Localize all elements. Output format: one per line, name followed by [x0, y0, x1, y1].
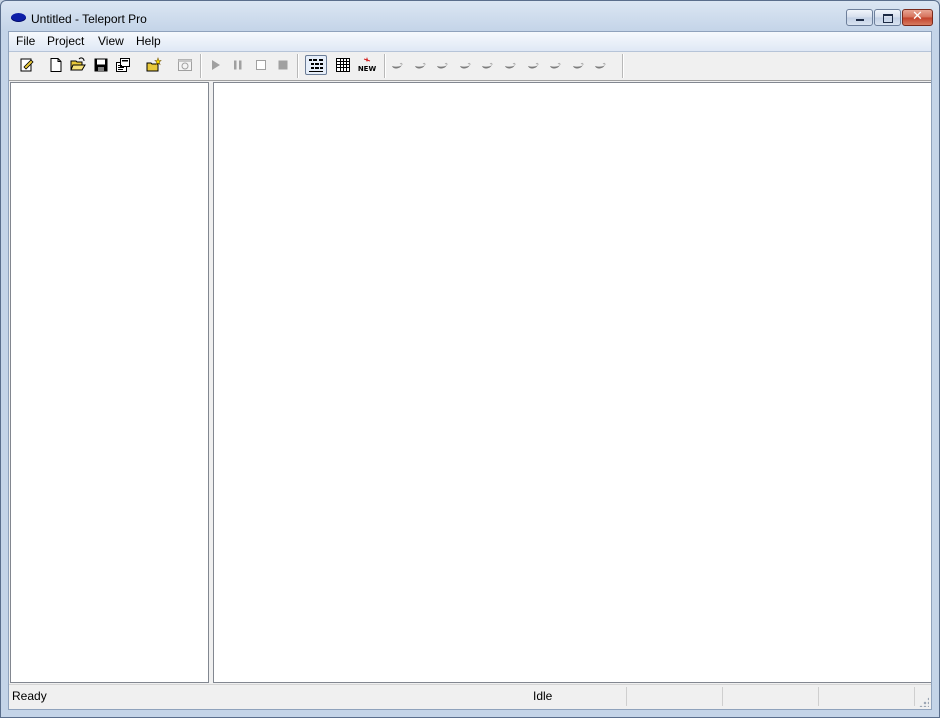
browse-button[interactable] — [177, 57, 193, 73]
status-pane-4 — [723, 687, 819, 706]
thread-idle-icon — [527, 62, 539, 69]
minimize-button[interactable] — [846, 9, 873, 26]
menu-file[interactable]: File — [16, 34, 35, 48]
project-settings-button[interactable] — [115, 57, 131, 73]
new-files-label: NEW — [358, 65, 376, 73]
menu-help[interactable]: Help — [136, 34, 161, 48]
stop-button[interactable] — [253, 57, 269, 73]
new-files-button[interactable]: NEW — [358, 57, 376, 73]
open-project-button[interactable] — [70, 57, 86, 73]
file-list-pane[interactable] — [213, 82, 931, 683]
project-properties-button[interactable] — [19, 57, 35, 73]
thread-indicator — [502, 57, 518, 73]
thread-idle-icon — [572, 62, 584, 69]
status-pane-5 — [819, 687, 915, 706]
thread-idle-icon — [437, 62, 448, 69]
new-project-icon — [50, 58, 62, 72]
menu-project[interactable]: Project — [47, 34, 84, 48]
caption-buttons: ✕ — [845, 9, 933, 26]
title-bar[interactable]: Untitled - Teleport Pro ✕ — [1, 1, 939, 31]
thread-indicator — [434, 57, 450, 73]
menu-view[interactable]: View — [98, 34, 124, 48]
detail-view-button[interactable] — [335, 57, 351, 73]
thread-indicator — [389, 57, 405, 73]
detail-view-icon — [336, 58, 350, 72]
application-window: Untitled - Teleport Pro ✕ File Project V… — [0, 0, 940, 718]
resize-grip-icon[interactable] — [919, 697, 929, 707]
toolbar-separator — [200, 54, 202, 78]
window-title: Untitled - Teleport Pro — [31, 12, 147, 26]
client-area: File Project View Help NEW Ready Idle — [8, 31, 932, 710]
status-pane-3 — [627, 687, 723, 706]
project-tree-pane[interactable] — [10, 82, 209, 683]
open-project-icon — [70, 57, 86, 71]
teleport-app-icon[interactable] — [11, 13, 26, 22]
toolbar-separator — [384, 54, 386, 78]
thread-idle-icon — [482, 62, 493, 69]
new-address-button[interactable] — [146, 57, 162, 73]
thread-indicator — [592, 57, 608, 73]
thread-idle-icon — [550, 62, 561, 69]
toolbar-separator — [622, 54, 624, 78]
toolbar-separator — [297, 54, 299, 78]
pause-icon — [234, 60, 242, 70]
status-bar: Ready Idle — [9, 684, 931, 709]
thread-idle-icon — [414, 62, 426, 69]
abort-icon — [278, 60, 288, 70]
tree-view-icon — [309, 59, 323, 72]
toolbar: NEW — [9, 52, 931, 81]
minimize-icon — [856, 19, 864, 21]
thread-idle-icon — [392, 62, 403, 69]
maximize-button[interactable] — [874, 9, 901, 26]
tree-view-button[interactable] — [305, 55, 327, 75]
thread-indicator — [457, 57, 473, 73]
stop-icon — [256, 60, 266, 70]
thread-indicator — [525, 57, 541, 73]
menu-bar: File Project View Help — [9, 32, 931, 52]
close-icon: ✕ — [912, 9, 923, 24]
browse-icon — [178, 59, 192, 71]
thread-indicator — [412, 57, 428, 73]
pause-button[interactable] — [230, 57, 246, 73]
new-files-icon: NEW — [358, 57, 376, 73]
thread-indicator — [570, 57, 586, 73]
new-address-icon — [146, 57, 162, 72]
start-button[interactable] — [208, 57, 224, 73]
abort-button[interactable] — [275, 57, 291, 73]
new-project-button[interactable] — [48, 57, 64, 73]
thread-indicator — [547, 57, 563, 73]
save-project-button[interactable] — [93, 57, 109, 73]
close-button[interactable]: ✕ — [902, 9, 933, 26]
status-message: Ready — [12, 689, 47, 703]
maximize-icon — [883, 14, 893, 23]
thread-idle-icon — [505, 62, 516, 69]
status-state: Idle — [528, 687, 627, 706]
project-properties-icon — [20, 58, 34, 72]
thread-idle-icon — [595, 62, 606, 69]
project-settings-icon — [116, 58, 130, 72]
thread-idle-icon — [459, 62, 471, 69]
start-icon — [212, 60, 220, 70]
thread-indicator — [479, 57, 495, 73]
save-project-icon — [94, 58, 108, 72]
